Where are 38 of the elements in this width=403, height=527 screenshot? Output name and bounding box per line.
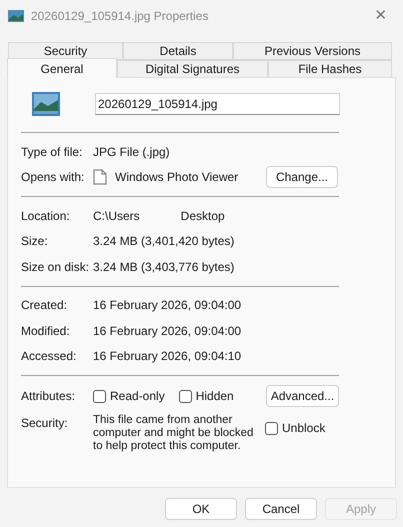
checkbox[interactable]: Unblock bbox=[265, 419, 326, 437]
file-name-field[interactable]: 20260129_105914.jpg bbox=[95, 93, 340, 115]
dialog-button[interactable]: Advanced... bbox=[266, 385, 339, 407]
field-value: Windows Photo Viewer bbox=[115, 169, 238, 186]
tab[interactable]: Digital Signatures bbox=[117, 60, 268, 78]
tab[interactable]: File Hashes bbox=[268, 60, 392, 78]
close-button[interactable]: ✕ bbox=[366, 4, 396, 28]
image-file-icon bbox=[31, 91, 61, 117]
field-label: Created: bbox=[21, 297, 68, 314]
checkbox[interactable]: Read-only bbox=[93, 387, 165, 405]
image-file-icon bbox=[7, 9, 25, 23]
security-message: This file came from another computer and might be blocked to help protect this computer. bbox=[93, 414, 254, 453]
dialog-button[interactable]: OK bbox=[165, 498, 237, 520]
checkbox[interactable]: Hidden bbox=[178, 387, 234, 405]
dialog-button[interactable]: Change... bbox=[266, 166, 338, 188]
field-label: Type of file: bbox=[21, 144, 84, 161]
field-label: Accessed: bbox=[21, 348, 78, 366]
tab[interactable]: Previous Versions bbox=[233, 42, 392, 60]
field-value: 16 February 2026, 09:04:00 bbox=[93, 322, 242, 340]
field-value: 16 February 2026, 09:04:00 bbox=[93, 297, 242, 314]
field-value: 3.24 MB (3,403,776 bytes) bbox=[93, 258, 234, 276]
field-label: Opens with: bbox=[21, 169, 86, 186]
document-icon bbox=[93, 169, 107, 186]
field-value: C:\Users bbox=[93, 208, 140, 225]
field-label: Attributes: bbox=[21, 388, 76, 405]
window-title: 20260129_105914.jpg Properties bbox=[31, 8, 208, 25]
dialog-button[interactable]: Cancel bbox=[245, 498, 317, 520]
tab[interactable]: General bbox=[7, 58, 117, 78]
field-label: Size on disk: bbox=[21, 258, 90, 276]
field-value: JPG File (.jpg) bbox=[93, 144, 170, 161]
tab[interactable]: Details bbox=[123, 42, 233, 60]
field-label: Security: bbox=[21, 415, 69, 432]
field-label: Location: bbox=[21, 208, 71, 225]
field-value: Desktop bbox=[180, 208, 225, 225]
field-label: Size: bbox=[21, 233, 49, 250]
field-value: 16 February 2026, 09:04:10 bbox=[93, 348, 242, 366]
field-label: Modified: bbox=[21, 322, 71, 340]
field-value: 3.24 MB (3,401,420 bytes) bbox=[93, 233, 234, 250]
